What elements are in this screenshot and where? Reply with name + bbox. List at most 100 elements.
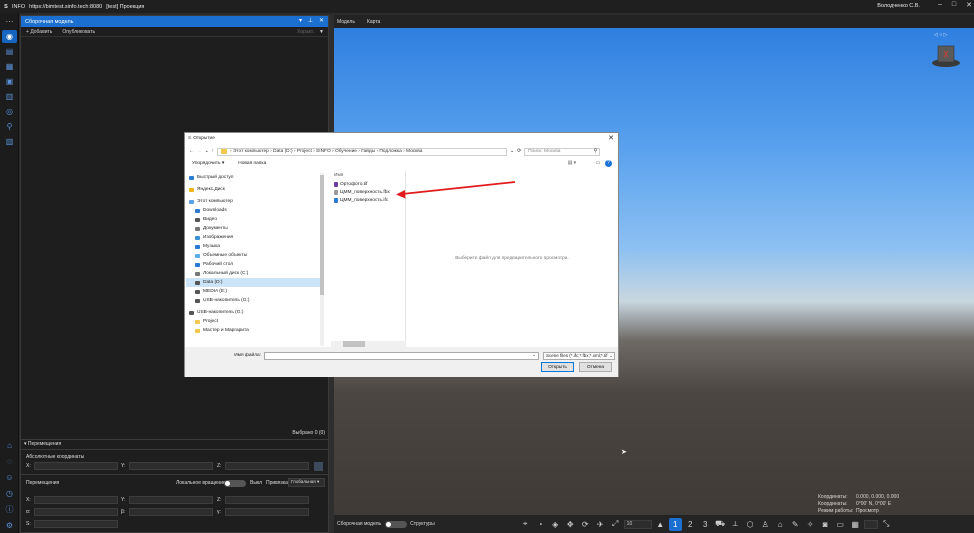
tree-item[interactable]: Видео [186,215,323,224]
breadcrumb-dropdown-icon[interactable]: ⌄ [510,149,514,154]
tree-item[interactable]: USB-накопитель (G:) [186,308,323,317]
info-icon[interactable]: ⓘ [2,503,17,516]
rotate-icon[interactable]: ⟳ [579,518,592,531]
fit-icon[interactable]: ⤢ [609,518,622,531]
column-header-name[interactable]: Имя [331,171,405,180]
tree-item[interactable]: MEDIA (E:) [186,287,323,296]
box-icon[interactable]: ⬡ [744,518,757,531]
dropdown-icon[interactable]: ▾ [299,17,302,24]
user-name[interactable]: Володченко С.В. [877,3,920,9]
movement-header[interactable]: ▾ Перемещения [24,441,61,447]
tree-item[interactable]: Быстрый доступ [186,173,323,182]
level-input[interactable]: 10 [623,519,652,529]
history-icon[interactable]: ⌄ [205,149,209,154]
layers-icon[interactable]: ▦ [2,60,17,73]
page-1-button[interactable]: 1 [668,517,682,531]
cancel-button[interactable]: Отмена [579,362,612,372]
forward-icon[interactable]: → [197,149,202,154]
panel-close-icon[interactable]: ✕ [319,17,324,24]
section-icon[interactable]: ▭ [834,518,847,531]
tree-scrollbar[interactable] [320,173,324,346]
pin-location-icon[interactable]: ⌖ [519,518,532,531]
preview-pane-icon[interactable]: ▭ [595,161,600,166]
filter-icon[interactable]: ▼ [319,29,324,35]
tree-item[interactable]: Этот компьютер [186,197,323,206]
back-icon[interactable]: ← [189,149,194,154]
tree-item[interactable]: Документы [186,224,323,233]
add-button[interactable]: + Добавить [26,29,52,35]
extra-input[interactable] [863,519,878,529]
search-icon[interactable]: ⚲ [2,120,17,133]
plane-icon[interactable]: ✈ [594,518,607,531]
camera-icon[interactable]: ◙ [819,518,832,531]
view-cube-gizmo[interactable]: X [930,43,962,69]
tree-item[interactable]: Яндекс.Диск [186,185,323,194]
building-icon[interactable]: ▣ [2,75,17,88]
abs-z-input[interactable] [225,462,309,470]
measure-icon[interactable]: ⟂ [729,518,742,531]
layers-stack-icon[interactable]: ◈ [549,518,562,531]
pin-icon[interactable]: ⊥ [308,17,313,24]
open-button[interactable]: Открыть [541,362,574,372]
snap-select[interactable]: Глобальная ▾ [288,478,325,487]
tree-item[interactable]: Локальный диск (C:) [186,269,323,278]
tree-item[interactable]: Downloads [186,206,323,215]
tree-item[interactable]: Мастер и Маргарита [186,326,323,335]
tree-item[interactable]: Объемные объекты [186,251,323,260]
grid-icon[interactable]: ▥ [2,90,17,103]
filename-input[interactable]: ⌄ [264,351,539,360]
page-3-button[interactable]: 3 [699,518,712,531]
house-icon[interactable]: ⌂ [774,518,787,531]
tree-item[interactable]: Data (D:) [186,278,323,287]
home-icon[interactable]: ⌂ [2,439,17,452]
car-icon[interactable]: ⛟ [714,518,727,531]
apply-button[interactable] [314,462,323,471]
table-icon[interactable]: ▧ [2,135,17,148]
grid-view-icon[interactable]: ▦ [849,518,862,531]
publish-button[interactable]: Опубликовать [62,29,95,35]
help-icon[interactable]: ? [605,160,612,167]
chat-icon[interactable]: ◌ [2,455,17,468]
organize-button[interactable]: Упорядочить ▾ [192,161,224,166]
refresh-icon[interactable]: ⟳ [517,149,521,154]
target-icon[interactable]: ◎ [2,105,17,118]
dialog-close-icon[interactable]: ✕ [608,134,614,142]
expand-icon[interactable]: ⤡ [880,518,893,531]
scale-input[interactable] [34,520,118,528]
file-item[interactable]: ЦММ_поверхность.ifc [331,196,405,204]
rot-g-input[interactable] [225,508,309,516]
rot-b-input[interactable] [129,508,213,516]
move-z-input[interactable] [225,496,309,504]
file-item[interactable]: Ортофото.tif [331,180,405,188]
view-mode-icon[interactable]: ▤ ▾ [568,161,576,166]
database-icon[interactable]: ▤ [2,45,17,58]
close-icon[interactable]: ✕ [966,1,972,9]
rot-a-input[interactable] [34,508,118,516]
clock-icon[interactable]: ◷ [2,487,17,500]
up-arrow-icon[interactable]: ▲ [654,518,667,531]
person-icon[interactable]: ☺ [2,471,17,484]
page-2-button[interactable]: 2 [684,518,697,531]
tree-item[interactable]: Изображения [186,233,323,242]
local-rotation-toggle[interactable] [224,480,246,487]
move-icon[interactable]: ✥ [564,518,577,531]
person-walk-icon[interactable]: ♙ [759,518,772,531]
breadcrumb[interactable]: › Этот компьютер › Data (D:) › Project ›… [217,147,508,156]
abs-x-input[interactable] [34,462,118,470]
abs-y-input[interactable] [129,462,213,470]
structure-toggle[interactable] [385,520,408,528]
new-folder-button[interactable]: Новая папка [238,161,266,166]
model-icon[interactable]: ◉ [2,30,17,43]
pen-icon[interactable]: ✎ [789,518,802,531]
tree-item[interactable]: Рабочий стол [186,260,323,269]
filename-dropdown-icon[interactable]: ⌄ [532,353,536,358]
maximize-icon[interactable]: □ [952,1,956,9]
tab-model[interactable]: Модель [337,19,355,25]
tree-item[interactable]: Project [186,317,323,326]
up-icon[interactable]: ↑ [212,149,214,154]
settings-icon[interactable]: ⚙ [2,519,17,532]
move-y-input[interactable] [129,496,213,504]
tree-item[interactable]: Музыка [186,242,323,251]
properties-button[interactable]: Характ. [297,29,314,35]
dialog-search-input[interactable]: Поиск: Москва ⚲ [524,147,601,156]
